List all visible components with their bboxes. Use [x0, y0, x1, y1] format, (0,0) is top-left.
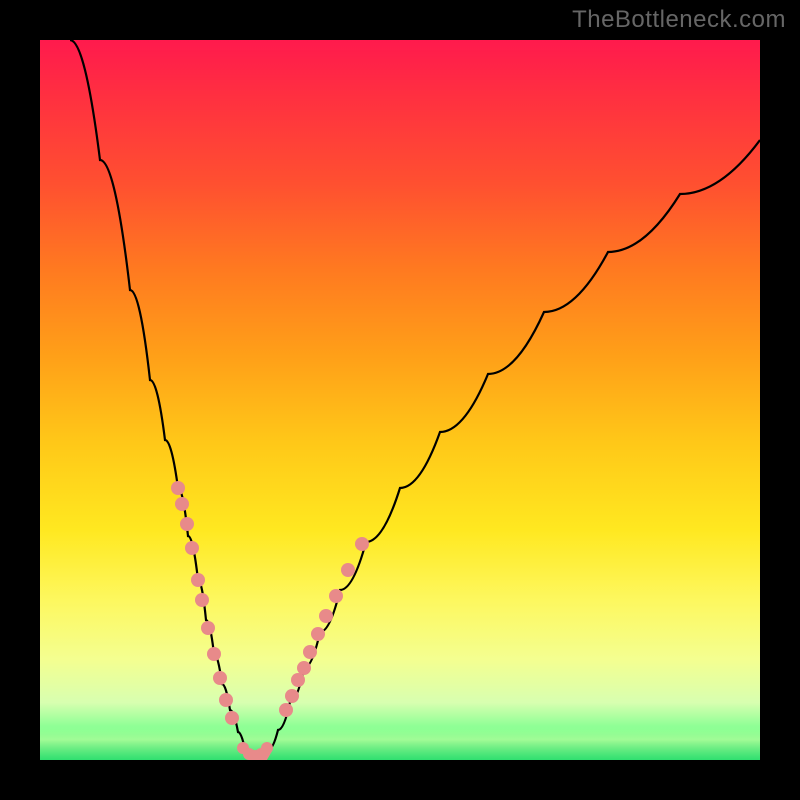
- curve-right-branch: [268, 140, 760, 750]
- chart-frame: TheBottleneck.com: [0, 0, 800, 800]
- plot-area: [40, 40, 760, 760]
- chart-svg: [40, 40, 760, 760]
- data-point: [285, 689, 299, 703]
- data-point: [195, 593, 209, 607]
- data-point: [261, 742, 273, 754]
- watermark-text: TheBottleneck.com: [572, 6, 786, 34]
- data-point: [180, 517, 194, 531]
- data-point: [355, 537, 369, 551]
- scatter-left-dots: [171, 481, 239, 725]
- data-point: [201, 621, 215, 635]
- data-point: [185, 541, 199, 555]
- data-point: [171, 481, 185, 495]
- data-point: [297, 661, 311, 675]
- data-point: [225, 711, 239, 725]
- data-point: [329, 589, 343, 603]
- data-point: [213, 671, 227, 685]
- data-point: [303, 645, 317, 659]
- data-point: [319, 609, 333, 623]
- data-point: [207, 647, 221, 661]
- data-point: [279, 703, 293, 717]
- data-point: [311, 627, 325, 641]
- scatter-right-dots: [279, 537, 369, 717]
- curve-left-branch: [70, 40, 245, 750]
- data-point: [291, 673, 305, 687]
- data-point: [191, 573, 205, 587]
- data-point: [219, 693, 233, 707]
- data-point: [175, 497, 189, 511]
- data-point: [341, 563, 355, 577]
